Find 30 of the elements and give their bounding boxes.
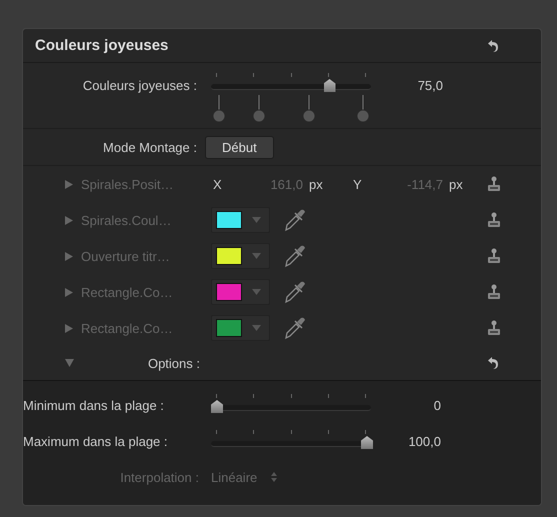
slider-label: Couleurs joyeuses : xyxy=(82,77,197,93)
slider-label: Maximum dans la plage : xyxy=(23,434,169,448)
stepper-icon xyxy=(271,472,278,482)
slider-thumb[interactable] xyxy=(324,79,336,92)
slider-thumb[interactable] xyxy=(211,400,223,413)
slider[interactable] xyxy=(211,394,371,416)
reset-icon[interactable] xyxy=(487,38,499,52)
parameter-label: Rectangle.Co… xyxy=(81,320,173,336)
slider-label: Minimum dans la plage : xyxy=(23,398,165,412)
parameter-label: Rectangle.Co… xyxy=(81,284,173,300)
unit-label: px xyxy=(309,176,324,192)
axis-label: Y xyxy=(353,176,363,192)
slider-value: 0 xyxy=(432,398,441,412)
slider[interactable] xyxy=(211,73,371,95)
panel-title: Couleurs joyeuses xyxy=(35,37,168,54)
parameter-label: Spirales.Posit… xyxy=(81,176,174,192)
axis-label: X xyxy=(213,176,223,192)
parameter-label: Ouverture titr… xyxy=(81,248,170,264)
unit-label: px xyxy=(449,176,464,192)
slider-value: 75,0 xyxy=(416,77,443,93)
mode-button[interactable]: Début xyxy=(205,136,274,158)
slider-value: 100,0 xyxy=(407,434,441,448)
mode-label: Mode Montage : xyxy=(102,140,197,154)
disclosure-triangle-icon[interactable] xyxy=(65,359,74,367)
options-label: Options : xyxy=(146,356,200,370)
popup-label: Interpolation : xyxy=(119,470,199,484)
slider[interactable] xyxy=(211,430,371,452)
reset-icon[interactable] xyxy=(487,356,499,370)
slider-thumb[interactable] xyxy=(361,436,373,449)
parameter-label: Spirales.Coul… xyxy=(81,212,172,228)
